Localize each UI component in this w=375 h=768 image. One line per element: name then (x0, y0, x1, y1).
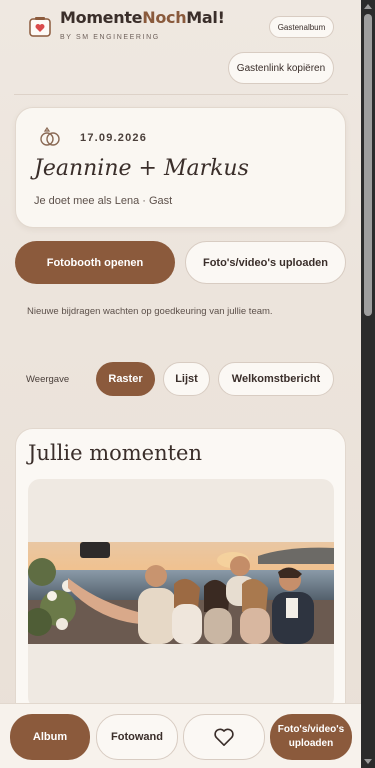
view-label: Weergave (26, 374, 70, 385)
guest-role-text: Je doet mee als Lena · Gast (34, 195, 173, 207)
brand-part-3: Mal! (186, 8, 225, 27)
photo-tile[interactable] (28, 479, 334, 709)
event-date: 17.09.2026 (80, 132, 148, 144)
nav-upload-button[interactable]: Foto's/video's uploaden (270, 714, 352, 760)
scrollbar-thumb[interactable] (364, 14, 372, 316)
album-title: Jullie momenten (28, 441, 203, 465)
nav-favorites-button[interactable] (183, 714, 265, 760)
upload-media-button[interactable]: Foto's/video's uploaden (185, 241, 346, 284)
sub-brand: BY SM ENGINEERING (60, 34, 160, 41)
open-photobooth-button[interactable]: Fotobooth openen (15, 241, 175, 284)
brand-logo: MomenteNochMal! (60, 8, 225, 27)
wedding-rings-icon (40, 126, 60, 146)
view-option-lijst[interactable]: Lijst (163, 362, 210, 396)
couple-names: Jeannine + Markus (34, 156, 249, 181)
camera-heart-logo-icon (29, 17, 51, 37)
scroll-down-arrow-icon[interactable] (364, 759, 372, 764)
view-option-welkomstbericht[interactable]: Welkomstbericht (218, 362, 334, 396)
gastenalbum-button[interactable]: Gastenalbum (269, 16, 334, 38)
vertical-scrollbar[interactable] (361, 0, 375, 768)
brand-part-1: Momente (60, 8, 143, 27)
nav-album-button[interactable]: Album (10, 714, 90, 760)
moderation-notice: Nieuwe bijdragen wachten op goedkeuring … (27, 306, 273, 317)
app-viewport: MomenteNochMal! BY SM ENGINEERING Gasten… (0, 0, 361, 768)
album-card: Jullie momenten (15, 428, 346, 728)
group-selfie-photo[interactable] (28, 542, 334, 644)
event-card: 17.09.2026 Jeannine + Markus Je doet mee… (15, 107, 346, 228)
copy-guest-link-button[interactable]: Gastenlink kopiëren (228, 52, 334, 84)
brand-part-2: Noch (142, 8, 187, 27)
view-option-raster[interactable]: Raster (96, 362, 155, 396)
header-divider (14, 94, 348, 95)
nav-fotowand-button[interactable]: Fotowand (96, 714, 178, 760)
heart-icon (214, 728, 234, 746)
scroll-up-arrow-icon[interactable] (364, 4, 372, 9)
bottom-navigation: Album Fotowand Foto's/video's uploaden (0, 703, 361, 768)
